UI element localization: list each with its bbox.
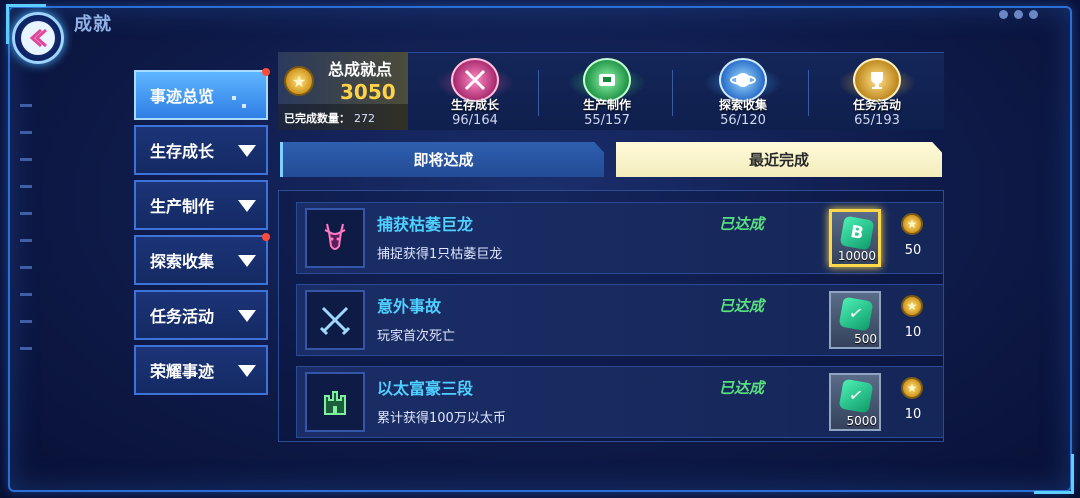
- menu-dots-icon[interactable]: [999, 10, 1038, 19]
- notification-dot: [262, 68, 270, 76]
- castle-icon: [305, 372, 365, 432]
- reward-amount: 10000: [837, 249, 876, 263]
- tab-upcoming[interactable]: 即将达成: [280, 142, 604, 177]
- category-name: 任务活动: [852, 98, 901, 112]
- achievement-points: 50: [904, 243, 922, 258]
- points-value: 3050: [340, 80, 396, 104]
- achievement-description: 累计获得100万以太币: [377, 411, 506, 426]
- sidebar-item-production[interactable]: 生产制作: [134, 180, 268, 230]
- sidebar-item-survival[interactable]: 生存成长: [134, 125, 268, 175]
- divider: [672, 70, 673, 116]
- star-medal-icon: ★: [901, 377, 923, 399]
- check-gem-icon: ✓: [838, 296, 874, 332]
- sidebar-item-missions[interactable]: 任务活动: [134, 290, 268, 340]
- reward-item[interactable]: B 10000: [829, 209, 881, 267]
- chevron-down-icon: [238, 255, 256, 267]
- achievement-title: 意外事故: [377, 297, 442, 316]
- chevron-down-icon: [238, 310, 256, 322]
- achievement-points: 10: [904, 325, 922, 340]
- achievement-row[interactable]: 捕获枯萎巨龙 捕捉获得1只枯萎巨龙 已达成 B 10000 ★ 50: [296, 202, 944, 274]
- sidebar-item-label: 生产制作: [150, 197, 215, 216]
- category-missions[interactable]: 任务活动 65/193: [812, 52, 942, 130]
- achievement-title: 以太富豪三段: [377, 379, 474, 398]
- star-medal-icon: ★: [284, 66, 314, 96]
- reward-amount: 5000: [846, 414, 877, 428]
- deer-icon: [305, 208, 365, 268]
- category-production[interactable]: 生产制作 55/157: [542, 52, 672, 130]
- sparkle-decoration: [242, 104, 246, 108]
- category-progress: 56/120: [720, 113, 766, 128]
- achievement-points-panel: ★ 总成就点 3050 已完成数量： 272: [278, 52, 408, 130]
- notification-dot: [262, 233, 270, 241]
- sidebar: 事迹总览 生存成长 生产制作 探索收集 任务活动 荣耀事迹: [134, 68, 270, 400]
- sidebar-item-glory[interactable]: 荣耀事迹: [134, 345, 268, 395]
- achievement-description: 玩家首次死亡: [377, 329, 456, 344]
- page-title: 成就: [74, 14, 112, 35]
- achievement-status: 已达成: [719, 215, 765, 233]
- chevron-down-icon: [238, 200, 256, 212]
- divider: [538, 70, 539, 116]
- achievement-status: 已达成: [719, 379, 765, 397]
- achievement-row[interactable]: 意外事故 玩家首次死亡 已达成 ✓ 500 ★ 10: [296, 284, 944, 356]
- tab-recent[interactable]: 最近完成: [616, 142, 942, 177]
- check-gem-icon: ✓: [838, 378, 874, 414]
- star-medal-icon: ★: [901, 213, 923, 235]
- b-coin-icon: B: [839, 215, 875, 251]
- back-button[interactable]: [12, 12, 64, 64]
- frame-corner-decoration: [1034, 454, 1074, 494]
- side-tick-decoration: [20, 104, 32, 374]
- sidebar-item-label: 任务活动: [150, 307, 215, 326]
- sparkle-decoration: [232, 96, 236, 100]
- category-exploration[interactable]: 探索收集 56/120: [678, 52, 808, 130]
- completed-count: 已完成数量： 272: [278, 104, 408, 130]
- category-name: 探索收集: [718, 98, 767, 112]
- category-name: 生存成长: [450, 98, 499, 112]
- category-progress: 65/193: [854, 113, 900, 128]
- chevron-down-icon: [238, 145, 256, 157]
- reward-amount: 500: [854, 332, 877, 346]
- sidebar-item-exploration[interactable]: 探索收集: [134, 233, 270, 285]
- category-name: 生产制作: [582, 98, 631, 112]
- back-arrow-icon: [21, 21, 55, 55]
- sidebar-item-label: 探索收集: [150, 252, 215, 271]
- sidebar-item-label: 荣耀事迹: [150, 362, 215, 381]
- sidebar-item-overview[interactable]: 事迹总览: [134, 68, 270, 120]
- category-progress: 55/157: [584, 113, 630, 128]
- achievement-row[interactable]: 以太富豪三段 累计获得100万以太币 已达成 ✓ 5000 ★ 10: [296, 366, 944, 438]
- achievement-description: 捕捉获得1只枯萎巨龙: [377, 247, 503, 262]
- achievement-points: 10: [904, 407, 922, 422]
- completed-value: 272: [354, 112, 375, 125]
- divider: [808, 70, 809, 116]
- completed-label: 已完成数量：: [284, 112, 350, 125]
- category-survival[interactable]: 生存成长 96/164: [410, 52, 540, 130]
- achievement-title: 捕获枯萎巨龙: [377, 215, 474, 234]
- category-progress: 96/164: [452, 113, 498, 128]
- reward-item[interactable]: ✓ 500: [829, 291, 881, 349]
- chevron-down-icon: [238, 365, 256, 377]
- sidebar-item-label: 生存成长: [150, 142, 215, 161]
- points-label: 总成就点: [328, 60, 393, 79]
- achievement-status: 已达成: [719, 297, 765, 315]
- reward-item[interactable]: ✓ 5000: [829, 373, 881, 431]
- crossed-swords-icon: [305, 290, 365, 350]
- star-medal-icon: ★: [901, 295, 923, 317]
- sidebar-item-label: 事迹总览: [150, 87, 215, 106]
